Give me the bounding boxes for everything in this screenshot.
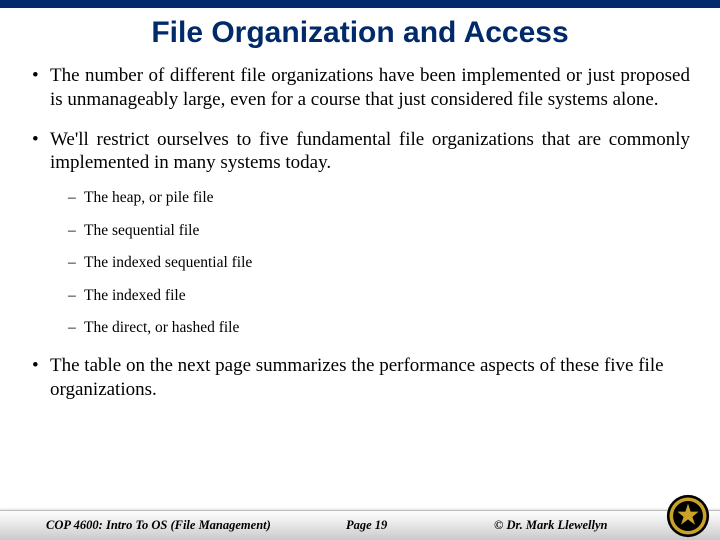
footer-course: COP 4600: Intro To OS (File Management) [46, 518, 306, 533]
slide-content: The number of different file organizatio… [0, 64, 720, 401]
bullet-list: The number of different file organizatio… [30, 64, 690, 338]
bullet-item: We'll restrict ourselves to five fundame… [30, 128, 690, 338]
sub-bullet-list: The heap, or pile file The sequential fi… [68, 189, 690, 338]
bullet-list-after: The table on the next page summarizes th… [30, 354, 690, 402]
footer-page: Page 19 [346, 518, 446, 533]
sub-bullet-item: The indexed file [68, 287, 690, 306]
slide-footer: COP 4600: Intro To OS (File Management) … [0, 510, 720, 540]
sub-bullet-item: The sequential file [68, 222, 690, 241]
top-accent-bar [0, 0, 720, 8]
bullet-item: The table on the next page summarizes th… [30, 354, 690, 402]
slide-title: File Organization and Access [0, 16, 720, 50]
bullet-text: We'll restrict ourselves to five fundame… [50, 129, 690, 174]
bullet-item: The number of different file organizatio… [30, 64, 690, 112]
footer-copyright: © Dr. Mark Llewellyn [494, 518, 608, 533]
sub-bullet-item: The direct, or hashed file [68, 319, 690, 338]
ucf-logo-icon [666, 494, 710, 538]
sub-bullet-item: The heap, or pile file [68, 189, 690, 208]
sub-bullet-item: The indexed sequential file [68, 254, 690, 273]
